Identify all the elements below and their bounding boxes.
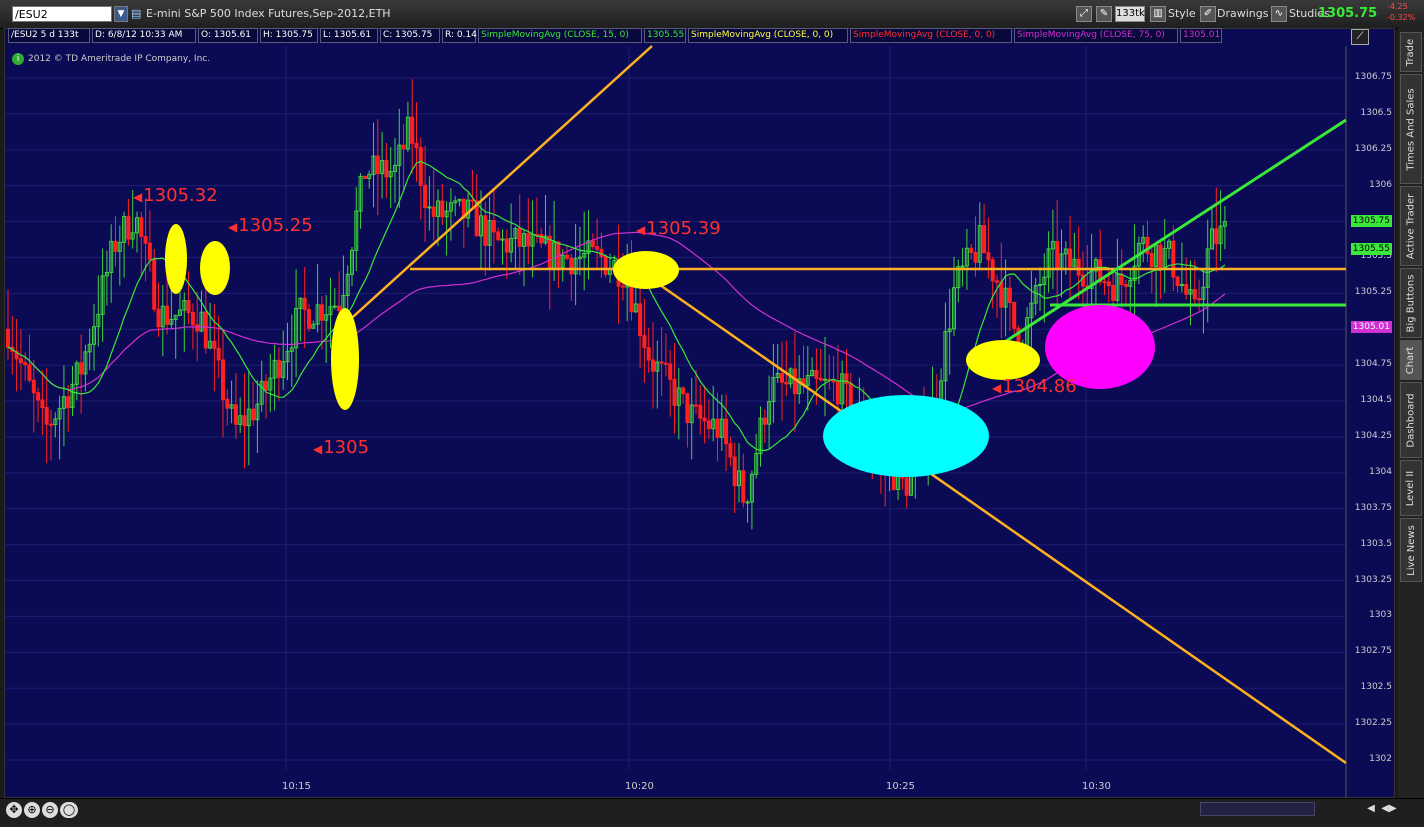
pan-icon[interactable]: ✥ (6, 802, 22, 818)
annotation-1305-32: ◀1305.32 (133, 185, 218, 206)
time-label: 10:20 (625, 781, 654, 792)
annotation-1305-25: ◀1305.25 (228, 215, 313, 236)
time-label: 10:25 (886, 781, 915, 792)
chat-icon[interactable]: ◯ (60, 802, 78, 818)
tab-big-buttons[interactable]: Big Buttons (1400, 268, 1422, 338)
scroll-both-icon[interactable]: ◀▶ (1380, 802, 1398, 816)
tab-live-news[interactable]: Live News (1400, 518, 1422, 582)
tab-trade[interactable]: Trade (1400, 32, 1422, 72)
right-sidebar-tabs: Trade Times And Sales Active Trader Big … (1398, 28, 1424, 798)
zoom-in-icon[interactable]: ⊕ (24, 802, 40, 818)
tab-level-ii[interactable]: Level II (1400, 460, 1422, 516)
tab-chart[interactable]: Chart (1400, 340, 1422, 380)
tab-dashboard[interactable]: Dashboard (1400, 382, 1422, 458)
annotation-1305: ◀1305 (313, 437, 370, 458)
annotation-layer: ◀1305.32 ◀1305.25 ◀1305.39 ◀1305 ◀1304.8… (0, 0, 1395, 798)
tab-active-trader[interactable]: Active Trader (1400, 186, 1422, 266)
scroll-left-icon[interactable]: ◀ (1364, 802, 1378, 816)
time-label: 10:30 (1082, 781, 1111, 792)
time-label: 10:15 (282, 781, 311, 792)
zoom-out-icon[interactable]: ⊖ (42, 802, 58, 818)
annotation-1304-86: ◀1304.86 (992, 376, 1077, 397)
time-scrollbar[interactable] (1200, 802, 1315, 816)
annotation-1305-39: ◀1305.39 (636, 218, 721, 239)
tab-times-and-sales[interactable]: Times And Sales (1400, 74, 1422, 184)
